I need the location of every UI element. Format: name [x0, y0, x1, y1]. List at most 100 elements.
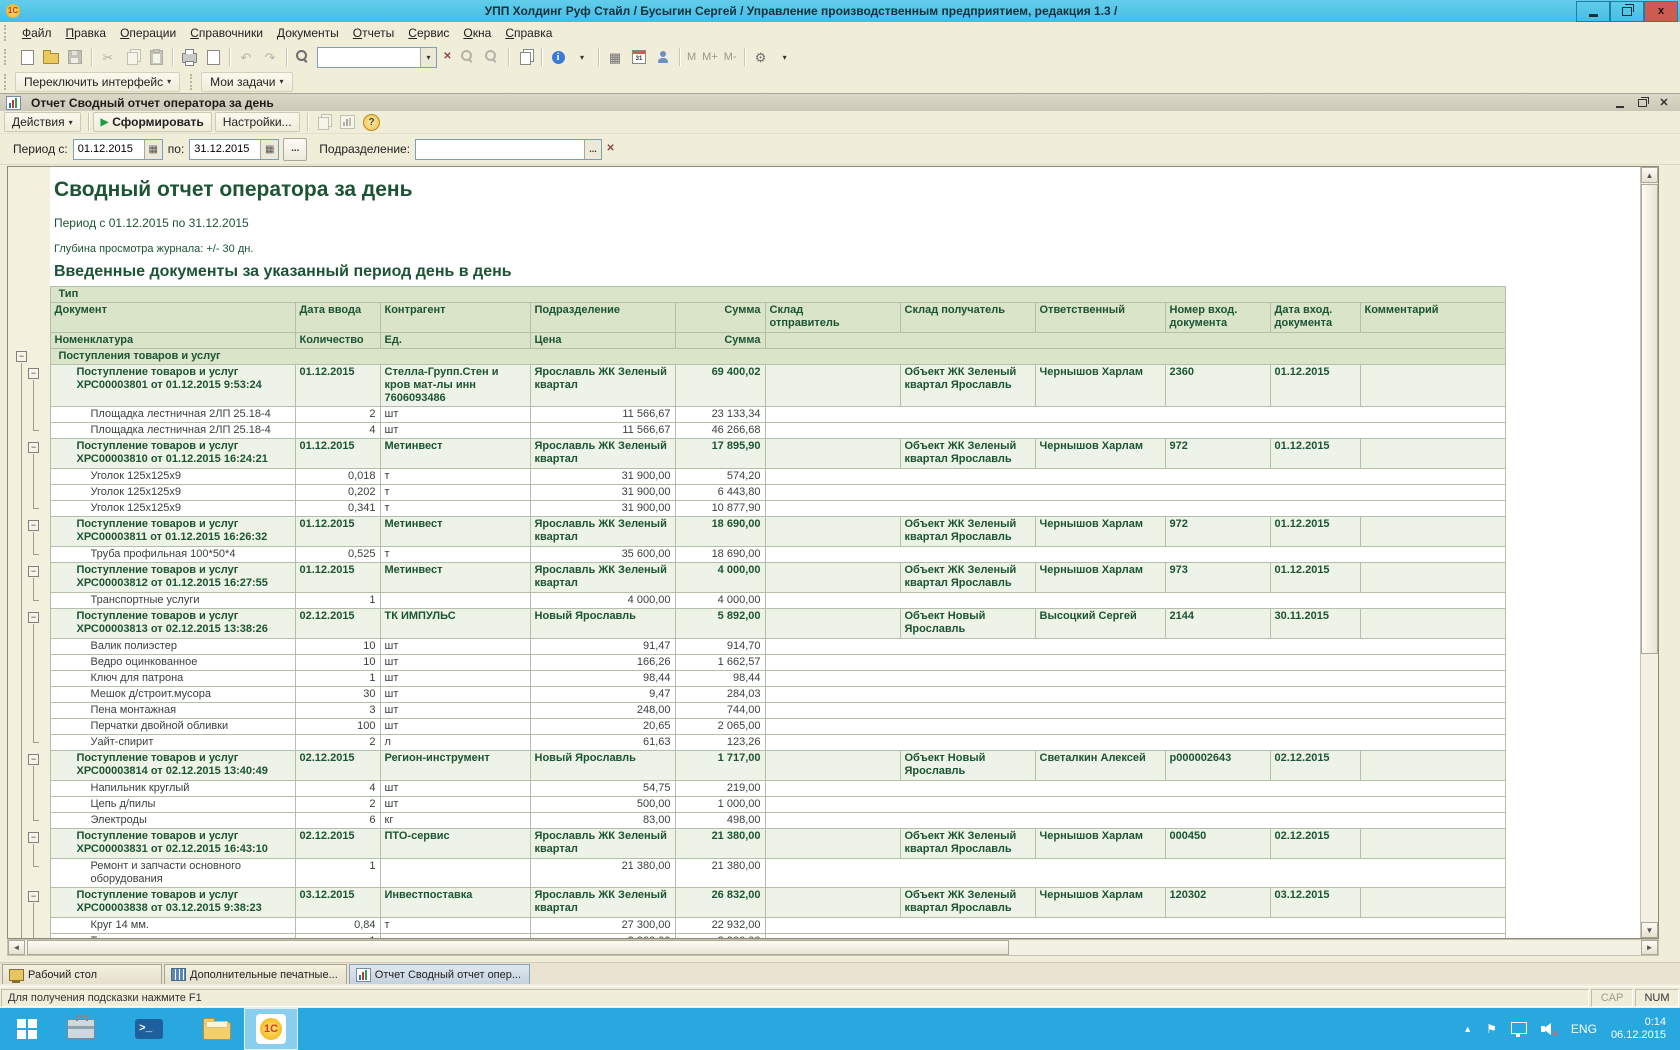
cell-incoming-date[interactable]: 01.12.2015: [1270, 439, 1360, 469]
paste-icon[interactable]: [145, 46, 167, 68]
powershell-button[interactable]: >_: [122, 1008, 176, 1050]
cell-document[interactable]: Поступление товаров и услугХРС00003831 о…: [50, 829, 295, 859]
cell-date-entered[interactable]: 02.12.2015: [295, 609, 380, 639]
cell-price[interactable]: 248,00: [530, 703, 675, 719]
cell-quantity[interactable]: 10: [295, 639, 380, 655]
cell-nomenclature[interactable]: Мешок д/строит.мусора: [50, 687, 295, 703]
cell-warehouse-from[interactable]: [765, 751, 900, 781]
generate-button[interactable]: ▶ Сформировать: [93, 112, 212, 132]
item-row[interactable]: Мешок д/строит.мусора30шт9,47284,03: [8, 687, 1505, 703]
cell-unit[interactable]: шт: [380, 671, 530, 687]
item-row[interactable]: Ведро оцинкованное10шт166,261 662,57: [8, 655, 1505, 671]
group-row[interactable]: −Поступления товаров и услуг: [8, 349, 1505, 365]
undo-icon[interactable]: ↶: [235, 46, 257, 68]
network-icon[interactable]: [1511, 1022, 1527, 1034]
memory-mminus-button[interactable]: M-: [721, 47, 740, 67]
scroll-left-icon[interactable]: ◄: [8, 940, 25, 955]
server-manager-button[interactable]: [54, 1008, 108, 1050]
cell-department[interactable]: Ярославль ЖК Зеленый квартал: [530, 439, 675, 469]
cell-department[interactable]: Ярославль ЖК Зеленый квартал: [530, 365, 675, 407]
cell-price[interactable]: 83,00: [530, 813, 675, 829]
collapse-document-icon[interactable]: −: [28, 754, 39, 765]
doc-row[interactable]: −Поступление товаров и услугХРС00003813 …: [8, 609, 1505, 639]
item-row[interactable]: Уголок 125х125х90,341т31 900,0010 877,90: [8, 501, 1505, 517]
memory-mplus-button[interactable]: M+: [699, 47, 721, 67]
item-row[interactable]: Труба профильная 100*50*40,525т35 600,00…: [8, 547, 1505, 563]
cell-item-sum[interactable]: 498,00: [675, 813, 765, 829]
cell-incoming-number[interactable]: 120302: [1165, 888, 1270, 918]
item-row[interactable]: Валик полиэстер10шт91,47914,70: [8, 639, 1505, 655]
cell-department[interactable]: Ярославль ЖК Зеленый квартал: [530, 517, 675, 547]
language-indicator[interactable]: ENG: [1571, 1022, 1597, 1036]
cell-contragent[interactable]: Инвестпоставка: [380, 888, 530, 918]
cell-document[interactable]: Поступление товаров и услугХРС00003810 о…: [50, 439, 295, 469]
cell-comment[interactable]: [1360, 888, 1505, 918]
collapse-document-icon[interactable]: −: [28, 520, 39, 531]
cell-incoming-number[interactable]: 000450: [1165, 829, 1270, 859]
doc-row[interactable]: −Поступление товаров и услугХРС00003838 …: [8, 888, 1505, 918]
header-item-sum[interactable]: Сумма: [675, 333, 765, 349]
cell-item-sum[interactable]: 2 065,00: [675, 719, 765, 735]
collapse-document-icon[interactable]: −: [28, 368, 39, 379]
cell-item-sum[interactable]: 3 900,00: [675, 934, 765, 939]
toolbar-grip[interactable]: [4, 25, 9, 41]
item-row[interactable]: Электроды6кг83,00498,00: [8, 813, 1505, 829]
cell-quantity[interactable]: 4: [295, 781, 380, 797]
cell-sum[interactable]: 5 892,00: [675, 609, 765, 639]
cell-incoming-number[interactable]: 972: [1165, 517, 1270, 547]
collapse-document-icon[interactable]: −: [28, 442, 39, 453]
cell-quantity[interactable]: 100: [295, 719, 380, 735]
cell-quantity[interactable]: 30: [295, 687, 380, 703]
volume-muted-icon[interactable]: x: [1541, 1023, 1557, 1035]
cell-unit[interactable]: [380, 593, 530, 609]
item-row[interactable]: Пена монтажная3шт248,00744,00: [8, 703, 1505, 719]
header-responsible[interactable]: Ответственный: [1035, 303, 1165, 333]
item-row[interactable]: Уголок 125х125х90,202т31 900,006 443,80: [8, 485, 1505, 501]
menu-item-Документы[interactable]: Документы: [270, 24, 346, 42]
menu-item-Справочники[interactable]: Справочники: [183, 24, 270, 42]
menu-item-Отчеты[interactable]: Отчеты: [346, 24, 402, 42]
cell-sum[interactable]: 21 380,00: [675, 829, 765, 859]
cell-warehouse-from[interactable]: [765, 609, 900, 639]
cell-sum[interactable]: 18 690,00: [675, 517, 765, 547]
cell-nomenclature[interactable]: Напильник круглый: [50, 781, 295, 797]
report-window-titlebar[interactable]: Отчет Сводный отчет оператора за день ✕: [0, 93, 1680, 113]
calendar-picker-icon[interactable]: ▦: [144, 140, 162, 159]
header-contragent[interactable]: Контрагент: [380, 303, 530, 333]
cell-contragent[interactable]: Метинвест: [380, 439, 530, 469]
cell-date-entered[interactable]: 03.12.2015: [295, 888, 380, 918]
header-nomenclature[interactable]: Номенклатура: [50, 333, 295, 349]
memory-m-button[interactable]: M: [684, 47, 699, 67]
cell-incoming-number[interactable]: 973: [1165, 563, 1270, 593]
cell-sum[interactable]: 4 000,00: [675, 563, 765, 593]
start-button[interactable]: [0, 1008, 54, 1050]
header-warehouse-to[interactable]: Склад получатель: [900, 303, 1035, 333]
cell-responsible[interactable]: Чернышов Харлам: [1035, 517, 1165, 547]
cell-item-sum[interactable]: 574,20: [675, 469, 765, 485]
vertical-scrollbar[interactable]: ▲ ▼: [1640, 167, 1658, 938]
service-settings-icon[interactable]: ⚙: [750, 46, 772, 68]
cell-quantity[interactable]: 2: [295, 407, 380, 423]
cell-price[interactable]: 31 900,00: [530, 501, 675, 517]
cell-quantity[interactable]: 6: [295, 813, 380, 829]
cell-price[interactable]: 35 600,00: [530, 547, 675, 563]
cell-price[interactable]: 31 900,00: [530, 485, 675, 501]
cell-unit[interactable]: [380, 859, 530, 888]
doc-row[interactable]: −Поступление товаров и услугХРС00003831 …: [8, 829, 1505, 859]
cell-item-sum[interactable]: 914,70: [675, 639, 765, 655]
cell-price[interactable]: 98,44: [530, 671, 675, 687]
header-type[interactable]: Тип: [50, 287, 1505, 303]
cell-price[interactable]: 54,75: [530, 781, 675, 797]
cell-department[interactable]: Ярославль ЖК Зеленый квартал: [530, 563, 675, 593]
item-row[interactable]: Площадка лестничная 2ЛП 25.18-42шт11 566…: [8, 407, 1505, 423]
cell-price[interactable]: 500,00: [530, 797, 675, 813]
cell-sum[interactable]: 17 895,90: [675, 439, 765, 469]
cell-nomenclature[interactable]: Электроды: [50, 813, 295, 829]
cell-nomenclature[interactable]: Ключ для патрона: [50, 671, 295, 687]
item-row[interactable]: Ремонт и запчасти основного оборудования…: [8, 859, 1505, 888]
cell-unit[interactable]: т: [380, 547, 530, 563]
cell-quantity[interactable]: 4: [295, 423, 380, 439]
cell-item-sum[interactable]: 1 662,57: [675, 655, 765, 671]
cell-date-entered[interactable]: 01.12.2015: [295, 517, 380, 547]
cell-document[interactable]: Поступление товаров и услугХРС00003813 о…: [50, 609, 295, 639]
